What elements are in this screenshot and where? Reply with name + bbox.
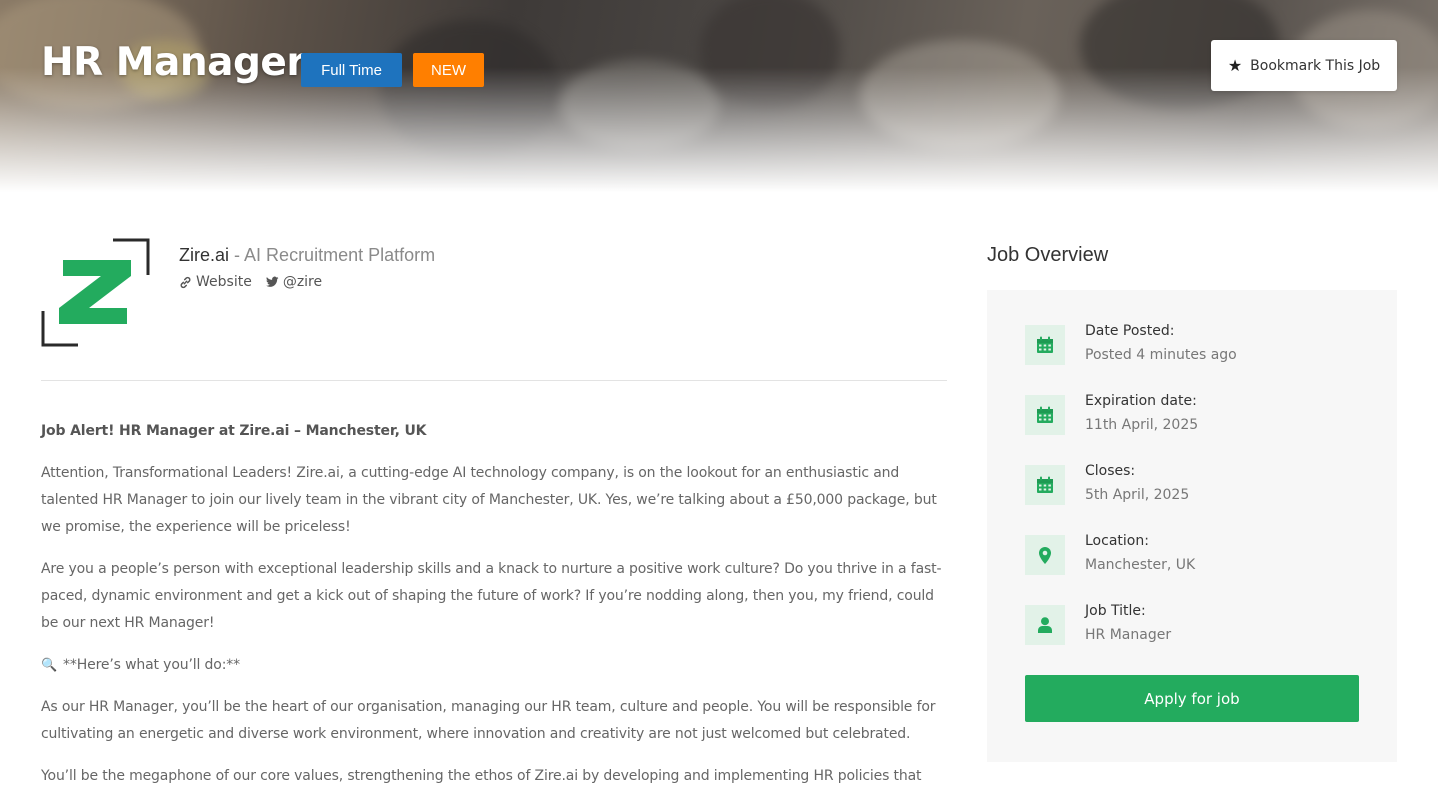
twitter-link[interactable]: @zire bbox=[265, 274, 323, 290]
overview-value: HR Manager bbox=[1085, 627, 1172, 643]
website-label: Website bbox=[196, 274, 252, 290]
job-overview-panel: Date Posted: Posted 4 minutes ago Expira… bbox=[987, 290, 1397, 762]
twitter-icon bbox=[265, 276, 279, 287]
overview-item-location: Location: Manchester, UK bbox=[1025, 531, 1195, 575]
company-logo bbox=[41, 238, 151, 348]
magnifier-icon: 🔍 bbox=[41, 658, 58, 673]
overview-item-job-title: Job Title: HR Manager bbox=[1025, 601, 1171, 645]
overview-label: Expiration date: bbox=[1085, 393, 1197, 409]
company-separator: - bbox=[234, 245, 241, 265]
calendar-icon bbox=[1025, 395, 1065, 435]
apply-for-job-button[interactable]: Apply for job bbox=[1025, 675, 1359, 722]
description-heading: Job Alert! HR Manager at Zire.ai – Manch… bbox=[41, 423, 427, 439]
map-marker-icon bbox=[1025, 535, 1065, 575]
description-paragraph: You’ll be the megaphone of our core valu… bbox=[41, 768, 922, 784]
job-header-banner bbox=[0, 0, 1438, 192]
job-overview-title: Job Overview bbox=[987, 244, 1109, 266]
company-tagline: AI Recruitment Platform bbox=[244, 245, 436, 265]
twitter-handle: @zire bbox=[282, 274, 323, 290]
calendar-icon bbox=[1025, 325, 1065, 365]
overview-item-date-posted: Date Posted: Posted 4 minutes ago bbox=[1025, 321, 1237, 365]
job-title: HR Manager bbox=[41, 40, 306, 85]
overview-item-expiration-date: Expiration date: 11th April, 2025 bbox=[1025, 391, 1198, 435]
company-name: Zire.ai bbox=[179, 245, 230, 265]
overview-item-closes: Closes: 5th April, 2025 bbox=[1025, 461, 1189, 505]
job-type-badge: Full Time bbox=[301, 53, 402, 87]
overview-label: Job Title: bbox=[1085, 603, 1146, 619]
overview-label: Closes: bbox=[1085, 463, 1136, 479]
star-icon: ★ bbox=[1227, 56, 1243, 75]
overview-value: Manchester, UK bbox=[1085, 557, 1196, 573]
company-links: Website @zire bbox=[179, 274, 322, 290]
job-description: Job Alert! HR Manager at Zire.ai – Manch… bbox=[41, 418, 951, 805]
overview-label: Location: bbox=[1085, 533, 1149, 549]
website-link[interactable]: Website bbox=[179, 274, 252, 290]
overview-value: Posted 4 minutes ago bbox=[1085, 347, 1237, 363]
link-icon bbox=[180, 276, 191, 288]
overview-value: 5th April, 2025 bbox=[1085, 487, 1190, 503]
bookmark-job-button[interactable]: ★ Bookmark This Job bbox=[1211, 40, 1397, 91]
description-paragraph: Attention, Transformational Leaders! Zir… bbox=[41, 465, 937, 535]
description-paragraph: 🔍 **Here’s what you’ll do:** bbox=[41, 652, 951, 679]
new-badge: NEW bbox=[413, 53, 484, 87]
description-paragraph: Are you a people’s person with exception… bbox=[41, 561, 942, 631]
overview-value: 11th April, 2025 bbox=[1085, 417, 1199, 433]
description-paragraph: As our HR Manager, you’ll be the heart o… bbox=[41, 699, 936, 742]
bookmark-label: Bookmark This Job bbox=[1250, 57, 1381, 74]
section-heading-text: **Here’s what you’ll do:** bbox=[63, 657, 240, 673]
divider bbox=[41, 380, 947, 381]
calendar-icon bbox=[1025, 465, 1065, 505]
user-icon bbox=[1025, 605, 1065, 645]
company-name-line: Zire.ai - AI Recruitment Platform bbox=[179, 245, 435, 266]
overview-label: Date Posted: bbox=[1085, 323, 1175, 339]
